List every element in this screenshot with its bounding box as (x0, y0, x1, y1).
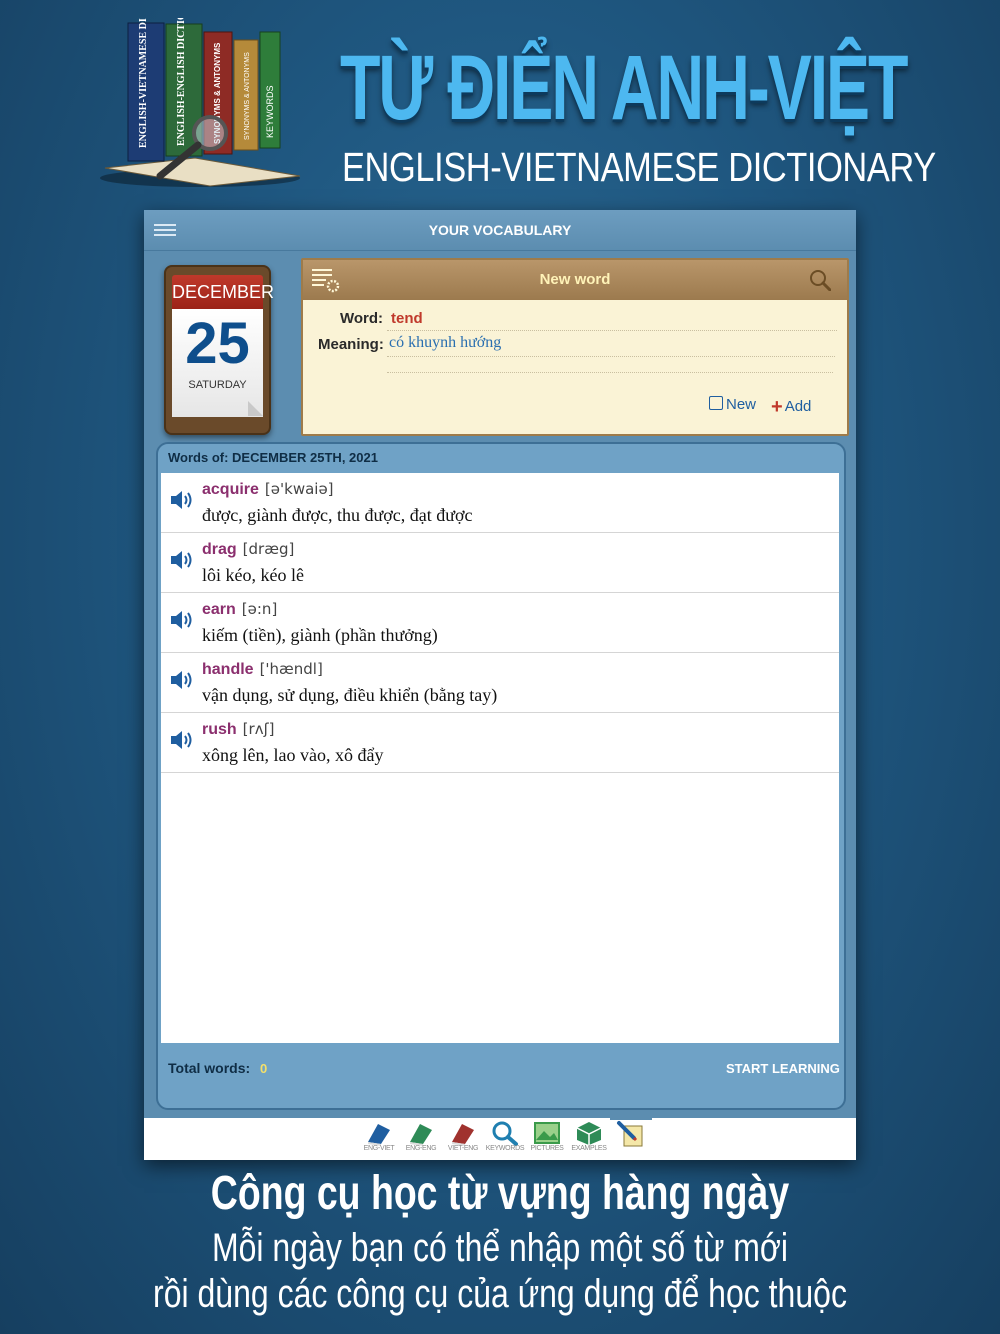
new-button[interactable]: New (709, 396, 756, 413)
word-row[interactable]: rush [rʌʃ] xông lên, lao vào, xô đẩy (161, 713, 839, 773)
word-text: acquire (202, 481, 259, 498)
meaning-label: Meaning: (318, 336, 384, 353)
page-title: YOUR VOCABULARY (428, 222, 572, 238)
word-heading: earn [ə:n] (202, 600, 277, 619)
calendar-weekday: SATURDAY (188, 379, 247, 391)
tab-examples[interactable]: EXAMPLES (568, 1120, 610, 1160)
word-text: handle (202, 661, 254, 678)
calendar-widget: DECEMBER 25 SATURDAY (164, 265, 274, 435)
meaning-line (387, 372, 833, 373)
word-heading: drag [dræg] (202, 540, 294, 559)
total-words-label: Total words: (168, 1060, 251, 1076)
dictionary-book-icon (410, 1124, 432, 1146)
new-word-header: New word (303, 260, 847, 300)
books-logo-icon: ENGLISH-VIETNAMESE DICTIONARY ENGLISH-EN… (100, 18, 301, 187)
add-button[interactable]: + Add (771, 396, 811, 419)
plus-icon: + (771, 396, 783, 418)
book-spine-label: ENGLISH-VIETNAMESE DICTIONARY (138, 18, 149, 148)
word-heading: acquire [ə'kwaiə] (202, 480, 334, 499)
speaker-icon[interactable] (169, 487, 195, 513)
caption-line: Mỗi ngày bạn có thể nhập một số từ mới (211, 1226, 789, 1270)
word-pronunciation: [ə:n] (241, 600, 278, 618)
word-pronunciation: [ə'kwaiə] (264, 480, 334, 498)
word-list[interactable]: acquire [ə'kwaiə] được, giành được, thu đư… (161, 473, 839, 1043)
tab-eng-eng[interactable]: ENG-ENG (400, 1120, 442, 1160)
tab-eng-viet[interactable]: ENG-VIET (358, 1120, 400, 1160)
word-meaning: lôi kéo, kéo lê (202, 565, 304, 585)
calendar-month: DECEMBER (172, 275, 274, 309)
tab-bar: ENG-VIET ENG-ENG VIET-ENG KEYWORDS PICTURES E… (144, 1117, 856, 1160)
new-button-label: New (726, 396, 757, 413)
tab-viet-eng[interactable]: VIET-ENG (442, 1120, 484, 1160)
word-row[interactable]: drag [dræg] lôi kéo, kéo lê (161, 533, 839, 593)
navigation-bar: YOUR VOCABULARY (144, 210, 856, 251)
tab-label: PICTURES (530, 1145, 564, 1152)
tab-pictures[interactable]: PICTURES (526, 1120, 568, 1160)
speaker-icon[interactable] (169, 727, 195, 753)
checkbox-icon (709, 396, 723, 410)
tab-label: ENG-VIET (363, 1145, 395, 1152)
words-footer: Total words: 0 START LEARNING (158, 1050, 844, 1090)
word-text: drag (202, 541, 237, 558)
app-screen: YOUR VOCABULARY DECEMBER 25 SATURDAY New… (144, 210, 856, 1160)
caption-headline: Công cụ học từ vựng hàng ngày (210, 1167, 790, 1220)
tab-vocabulary[interactable] (610, 1117, 652, 1160)
word-row[interactable]: acquire [ə'kwaiə] được, giành được, thu đư… (161, 473, 839, 533)
picture-icon (534, 1122, 560, 1144)
word-row[interactable]: handle ['hændl] vận dụng, sử dụng, điều kh… (161, 653, 839, 713)
word-text: earn (202, 601, 236, 618)
word-heading: rush [rʌʃ] (202, 720, 274, 739)
total-words-value: 0 (260, 1061, 268, 1076)
new-word-title: New word (539, 271, 611, 288)
dictionary-book-icon (368, 1124, 390, 1146)
app-subtitle: ENGLISH-VIETNAMESE DICTIONARY (342, 144, 936, 190)
book-spine-label: SYNONYMS & ANTONYMS (244, 52, 251, 140)
word-pronunciation: [dræg] (242, 540, 295, 558)
notepad-pencil-icon (617, 1121, 643, 1147)
tab-keywords[interactable]: KEYWORDS (484, 1120, 526, 1160)
word-heading: handle ['hændl] (202, 660, 323, 679)
book-spine-label: ENGLISH-ENGLISH DICTIONARY (176, 18, 187, 146)
tab-label: ENG-ENG (405, 1145, 437, 1152)
speaker-icon[interactable] (169, 667, 195, 693)
page-curl (248, 401, 263, 416)
word-pronunciation: ['hændl] (259, 660, 323, 678)
word-meaning: kiếm (tiền), giành (phần thưởng) (202, 625, 438, 645)
word-meaning: vận dụng, sử dụng, điều khiển (bằng tay) (202, 685, 498, 705)
promo-header: ENGLISH-VIETNAMESE DICTIONARY ENGLISH-EN… (0, 0, 1000, 205)
tab-label: VIET-ENG (447, 1145, 479, 1152)
dictionary-book-icon (452, 1124, 474, 1146)
caption-line: rồi dùng các công cụ của ứng dụng để học… (153, 1272, 847, 1316)
tab-label: EXAMPLES (571, 1145, 607, 1152)
word-meaning: được, giành được, thu được, đạt được (202, 505, 473, 525)
word-label: Word: (340, 310, 384, 327)
word-text: rush (202, 721, 237, 738)
calendar-day: 25 (185, 311, 250, 376)
app-title: TỪ ĐIỂN ANH-VIỆT (340, 37, 908, 139)
words-date-header: Words of: DECEMBER 25TH, 2021 (168, 450, 378, 465)
speaker-icon[interactable] (169, 547, 195, 573)
book-spine-label: KEYWORDS (265, 85, 275, 138)
tab-label: KEYWORDS (485, 1145, 525, 1152)
add-button-label: Add (784, 398, 812, 415)
keyword-search-icon (492, 1121, 518, 1146)
speaker-icon[interactable] (169, 607, 195, 633)
word-input[interactable]: tend (387, 310, 837, 331)
word-row[interactable]: earn [ə:n] kiếm (tiền), giành (phần thưởng… (161, 593, 839, 653)
meaning-input[interactable]: có khuynh hướng (387, 334, 835, 357)
word-meaning: xông lên, lao vào, xô đẩy (202, 745, 384, 765)
word-pronunciation: [rʌʃ] (242, 720, 275, 738)
examples-cube-icon (576, 1122, 602, 1145)
new-word-card: New word Word: tend Meaning: có khuynh h… (301, 258, 849, 436)
words-panel: Words of: DECEMBER 25TH, 2021 acquire [ə'… (156, 442, 846, 1110)
search-icon[interactable] (809, 269, 831, 291)
start-learning-button[interactable]: START LEARNING (726, 1061, 840, 1076)
